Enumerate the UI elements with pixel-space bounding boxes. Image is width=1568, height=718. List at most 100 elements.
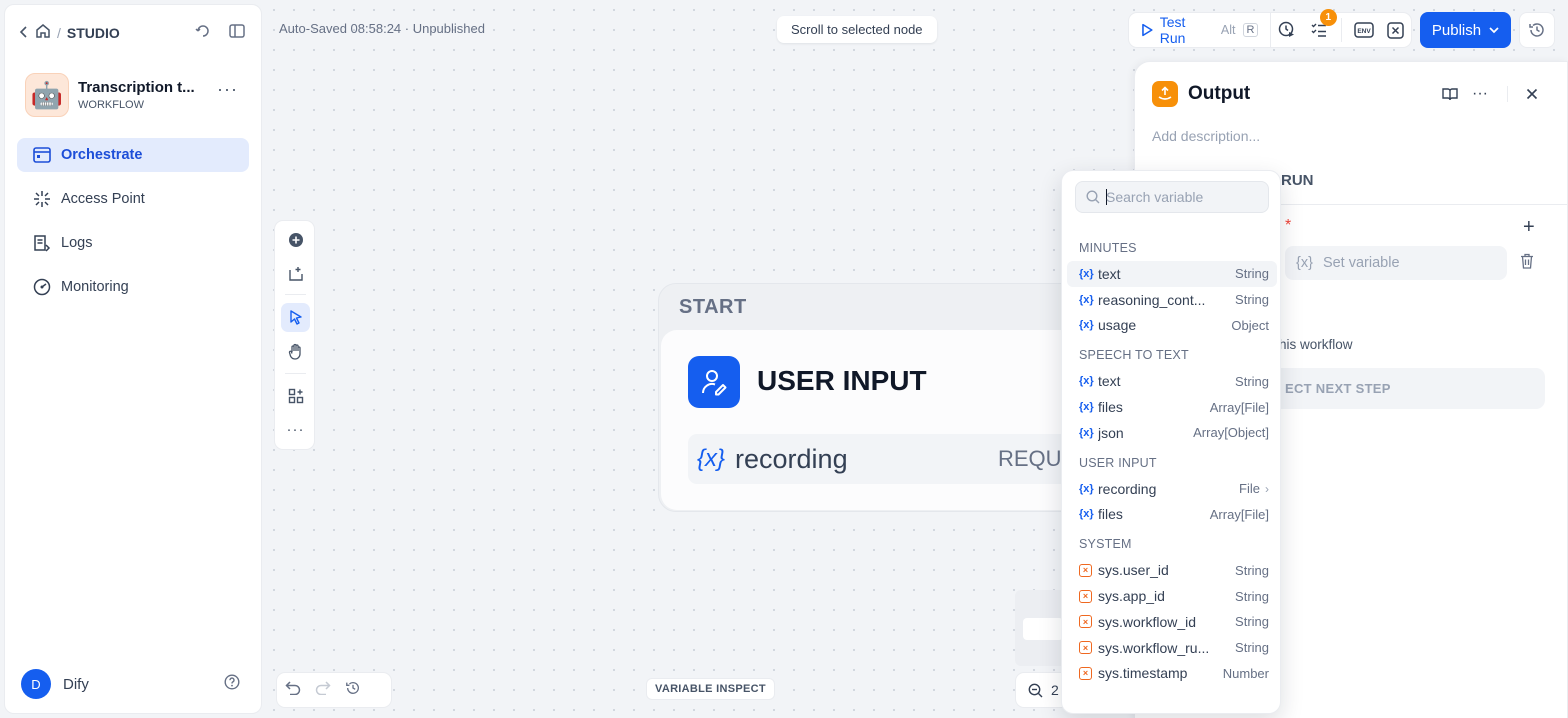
redo-icon[interactable] — [315, 680, 331, 700]
variable-option[interactable]: × sys.app_id String — [1067, 583, 1277, 609]
variable-option[interactable]: × sys.workflow_id String — [1067, 609, 1277, 635]
trash-icon[interactable] — [1520, 253, 1534, 274]
app-card[interactable]: 🤖 Transcription t... WORKFLOW — [25, 73, 206, 117]
system-variable-icon: × — [1079, 563, 1092, 577]
variable-icon: {x} — [1079, 426, 1094, 439]
system-variable-icon: × — [1079, 666, 1092, 680]
breadcrumb: / STUDIO — [19, 23, 120, 42]
variable-option[interactable]: {x} files Array[File] — [1067, 502, 1277, 528]
variable-icon: {x} — [1079, 375, 1094, 388]
scroll-to-node-button[interactable]: Scroll to selected node — [777, 16, 937, 43]
variable-group-title: SPEECH TO TEXT — [1079, 348, 1189, 363]
sidebar-item-logs[interactable]: Logs — [17, 226, 249, 260]
back-chevron-icon[interactable] — [19, 25, 29, 41]
variable-option[interactable]: {x} text String — [1067, 261, 1277, 287]
variable-option[interactable]: {x} text String — [1067, 368, 1277, 394]
variable-group-title: MINUTES — [1079, 241, 1137, 255]
set-variable-field[interactable]: {x} Set variable — [1285, 246, 1507, 280]
hand-mode-button[interactable] — [281, 337, 310, 366]
sidebar-item-label: Access Point — [61, 191, 145, 207]
more-icon[interactable]: ··· — [1469, 83, 1491, 105]
variable-icon: {x} — [1079, 508, 1094, 521]
search-input[interactable] — [1106, 189, 1256, 205]
home-icon[interactable] — [35, 23, 51, 42]
variable-option[interactable]: {x} reasoning_cont... String — [1067, 287, 1277, 313]
sidebar: / STUDIO 🤖 Transcription t... WORKFLOW ·… — [4, 4, 262, 714]
pointer-mode-button[interactable] — [281, 303, 310, 332]
sidebar-item-monitoring[interactable]: Monitoring — [17, 270, 249, 304]
variable-option-name: recording — [1098, 480, 1157, 497]
variable-option-name: sys.timestamp — [1098, 665, 1188, 682]
tab-run[interactable]: RUN — [1281, 172, 1314, 189]
more-icon[interactable]: ··· — [281, 415, 310, 444]
variable-option[interactable]: × sys.user_id String — [1067, 557, 1277, 583]
test-run-label: Test Run — [1159, 14, 1186, 46]
help-icon[interactable] — [221, 671, 243, 693]
history-icon[interactable] — [345, 680, 361, 701]
variable-option[interactable]: × sys.workflow_ru... String — [1067, 635, 1277, 661]
user-account[interactable]: D Dify — [21, 669, 89, 699]
publish-label: Publish — [1431, 21, 1482, 39]
breadcrumb-studio[interactable]: STUDIO — [67, 25, 120, 41]
variable-option[interactable]: × sys.timestamp Number — [1067, 661, 1277, 687]
variable-option[interactable]: {x} recording File › — [1067, 476, 1277, 502]
organize-blocks-button[interactable] — [281, 381, 310, 410]
variable-group: USER INPUT {x} recording File › {x} files Array… — [1062, 455, 1280, 528]
variable-option-name: sys.workflow_id — [1098, 613, 1197, 630]
select-next-step-button[interactable]: ECT NEXT STEP — [1273, 368, 1545, 409]
sync-icon[interactable] — [192, 20, 214, 42]
variable-option-name: reasoning_cont... — [1098, 291, 1206, 308]
publish-button[interactable]: Publish — [1420, 12, 1511, 48]
sidebar-item-label: Monitoring — [61, 279, 129, 295]
canvas-toolbar: ··· — [274, 220, 315, 450]
test-run-button[interactable]: Test Run Alt R — [1129, 13, 1272, 47]
book-icon[interactable] — [1439, 83, 1461, 105]
cursor-icon — [289, 310, 302, 325]
variable-option-name: sys.app_id — [1098, 588, 1165, 605]
variable-option[interactable]: {x} files Array[File] — [1067, 394, 1277, 420]
search-field[interactable] — [1075, 181, 1269, 213]
add-node-button[interactable] — [281, 225, 310, 254]
app-type: WORKFLOW — [78, 99, 144, 111]
variable-option-type: Array[Object] — [1193, 425, 1269, 441]
run-toolbar: Test Run Alt R 1 ENV — [1128, 9, 1412, 48]
start-node[interactable]: START USER INPUT {x} recording REQUI — [658, 283, 1088, 512]
breadcrumb-separator: / — [57, 24, 61, 41]
add-note-button[interactable] — [281, 259, 310, 288]
variable-option[interactable]: {x} usage Object — [1067, 313, 1277, 339]
description-input[interactable]: Add description... — [1152, 128, 1260, 144]
variable-icon: {x} — [1079, 319, 1094, 332]
variable-group: SYSTEM × sys.user_id String × sys.app_id Strin… — [1062, 537, 1280, 687]
variable-option-name: text — [1098, 373, 1121, 390]
run-history-button[interactable] — [1271, 12, 1303, 48]
variable-option-type: Object — [1231, 317, 1269, 333]
add-output-icon[interactable]: + — [1523, 216, 1535, 239]
sidebar-item-access-point[interactable]: Access Point — [17, 182, 249, 216]
undo-redo-controls — [276, 672, 392, 708]
conversation-vars-button[interactable] — [1379, 12, 1411, 48]
version-history-button[interactable] — [1519, 12, 1555, 48]
env-button[interactable]: ENV — [1348, 12, 1380, 48]
variable-option[interactable]: {x} json Array[Object] — [1067, 420, 1277, 446]
panel-title[interactable]: Output — [1188, 83, 1250, 105]
hand-icon — [288, 343, 301, 360]
zoom-out-icon[interactable] — [1028, 683, 1043, 698]
variable-group-title: SYSTEM — [1079, 537, 1132, 552]
collapse-sidebar-icon[interactable] — [226, 20, 248, 42]
variable-icon: {x} — [697, 445, 726, 472]
avatar: D — [21, 669, 51, 699]
autosave-status: Auto-Saved 08:58:24 · Unpublished — [279, 21, 485, 36]
user-name: Dify — [63, 675, 89, 693]
sidebar-item-orchestrate[interactable]: Orchestrate — [17, 138, 249, 172]
undo-icon[interactable] — [285, 680, 301, 700]
chevron-right-icon: › — [1265, 481, 1269, 496]
close-icon[interactable] — [1521, 83, 1543, 105]
checklist-button[interactable]: 1 — [1303, 9, 1337, 48]
more-icon[interactable]: ··· — [217, 79, 238, 100]
variable-group-title: USER INPUT — [1079, 455, 1157, 470]
system-variable-icon: × — [1079, 615, 1092, 629]
minimap-node — [1023, 618, 1063, 640]
variable-inspect-button[interactable]: VARIABLE INSPECT — [646, 678, 775, 700]
clock-play-icon — [1279, 21, 1295, 37]
env-label: ENV — [1357, 28, 1371, 35]
